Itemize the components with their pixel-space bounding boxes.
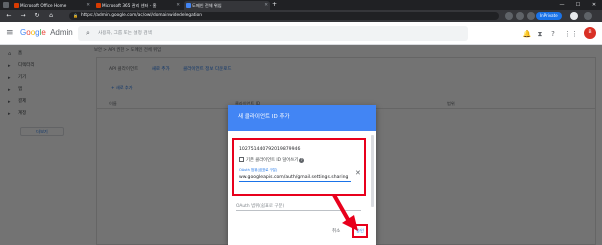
close-window-icon[interactable]: ✕ [586,0,602,10]
office-favicon-icon [14,3,19,8]
browser-menu-icon[interactable] [584,12,592,20]
hourglass-icon[interactable]: ⧗ [535,29,545,39]
back-icon[interactable]: ← [4,11,14,21]
office-favicon-icon [96,3,101,8]
close-tab-icon[interactable]: ✕ [264,1,268,10]
lock-icon: 🔒 [73,13,78,18]
extensions-icon[interactable] [527,12,535,20]
notifications-icon[interactable]: 🔔 [522,29,532,39]
inprivate-badge[interactable]: InPrivate [536,12,562,20]
tab-office-home[interactable]: Microsoft Office Home ✕ [12,1,92,10]
dialog-scrollbar[interactable] [371,135,374,207]
main-menu-icon[interactable]: ≡ [6,28,14,38]
close-tab-icon[interactable]: ✕ [176,1,180,10]
client-id-field[interactable]: 102751440792019879946 [239,147,300,152]
maximize-icon[interactable]: ☐ [570,0,586,10]
browser-tab-bar: Microsoft Office Home ✕ Microsoft 365 관리… [0,0,602,10]
help-icon[interactable]: ? [299,158,305,163]
url-bar[interactable]: 🔒 https://admin.google.com/ac/owl/domain… [69,12,499,20]
oauth-scope-input[interactable]: ww.googleapis.com/auth/gmail.settings.sh… [239,173,351,182]
browser-toolbar: ← → ↻ ⌂ 🔒 https://admin.google.com/ac/ow… [0,10,602,22]
help-icon[interactable]: ? [548,29,558,39]
search-icon: ⌕ [86,29,90,37]
admin-search-bar[interactable]: ⌕ 사용자, 그룹 또는 설정 검색 [78,26,468,41]
clear-scope-icon[interactable]: ✕ [355,169,361,177]
window-menu-icon[interactable] [3,2,9,8]
home-browser-icon[interactable]: ⌂ [46,11,56,21]
dialog-title: 새 클라이언트 ID 추가 [238,114,290,120]
account-avatar[interactable]: B [584,27,596,39]
new-tab-icon[interactable]: + [272,1,277,9]
minimize-icon[interactable]: — [554,0,570,10]
favorites-icon[interactable] [505,12,513,20]
admin-header: ≡ Google Admin ⌕ 사용자, 그룹 또는 설정 검색 🔔 ⧗ ? … [0,22,602,45]
forward-icon[interactable]: → [18,11,28,21]
highlight-box-fields: 102751440792019879946 기존 클라이언트 ID 덮어쓰기? … [232,138,366,196]
tab-domain-delegation[interactable]: 도메인 전체 위임 ✕ [184,1,270,10]
tab-m365-admin[interactable]: Microsoft 365 관리 센터 - 홈 ✕ [94,1,182,10]
refresh-icon[interactable]: ↻ [32,11,42,21]
dialog-header: 새 클라이언트 ID 추가 [228,105,376,131]
annotation-arrow-icon [332,194,358,231]
google-admin-logo[interactable]: Google Admin [20,27,73,39]
overwrite-checkbox[interactable] [239,157,244,162]
collections-icon[interactable] [516,12,524,20]
apps-grid-icon[interactable]: ⋮⋮ [564,29,578,39]
google-admin-favicon-icon [186,3,191,8]
overwrite-option[interactable]: 기존 클라이언트 ID 덮어쓰기? [239,157,305,163]
close-tab-icon[interactable]: ✕ [86,1,90,10]
profile-icon[interactable] [570,12,578,20]
